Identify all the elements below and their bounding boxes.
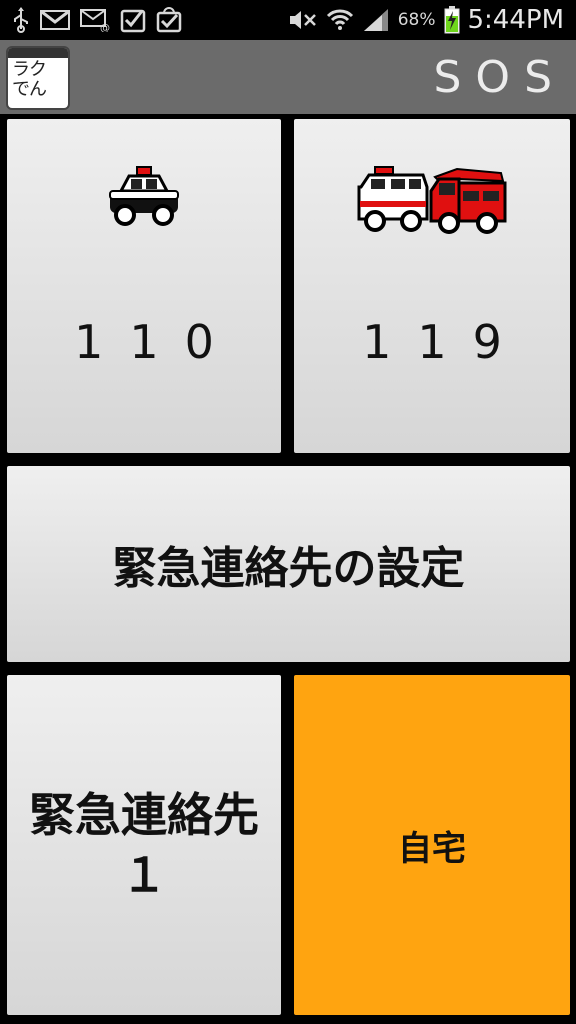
battery-percent: 68% [397,10,436,30]
check-store-icon [156,7,182,33]
home-label: 自宅 [398,828,466,869]
signal-icon [362,7,390,33]
police-110-button[interactable]: 110 [7,119,281,453]
emergency-contact-1-button[interactable]: 緊急連絡先１ [7,675,281,1015]
system-icons: 68% 5:44PM [288,5,576,35]
app-logo-top [8,48,68,58]
clock: 5:44PM [467,5,565,35]
usb-icon [12,7,30,33]
status-bar: @ 68% 5:44PM [0,0,576,40]
ambulance-119-button[interactable]: 119 [294,119,570,453]
app-logo[interactable]: ラク でん [6,46,70,110]
number-110: 110 [74,315,240,369]
screen-title: SOS [433,52,566,103]
home-call-button[interactable]: 自宅 [294,675,570,1015]
notification-icons: @ [0,7,182,33]
emergency-contact-settings-button[interactable]: 緊急連絡先の設定 [7,466,570,662]
mute-icon [288,9,318,31]
check-download-icon [120,7,146,33]
gmail-icon [40,9,70,31]
ambulance-firetruck-icon [294,163,570,237]
action-bar: ラク でん SOS [0,40,576,114]
settings-label: 緊急連絡先の設定 [112,543,465,594]
wifi-icon [326,7,354,33]
app-logo-text: ラク でん [12,59,47,100]
svg-text:@: @ [100,23,110,32]
number-119: 119 [362,315,528,369]
email-icon: @ [80,8,110,32]
battery-charging-icon [444,6,460,34]
police-car-icon [7,163,281,233]
contact1-label: 緊急連絡先１ [29,788,259,902]
